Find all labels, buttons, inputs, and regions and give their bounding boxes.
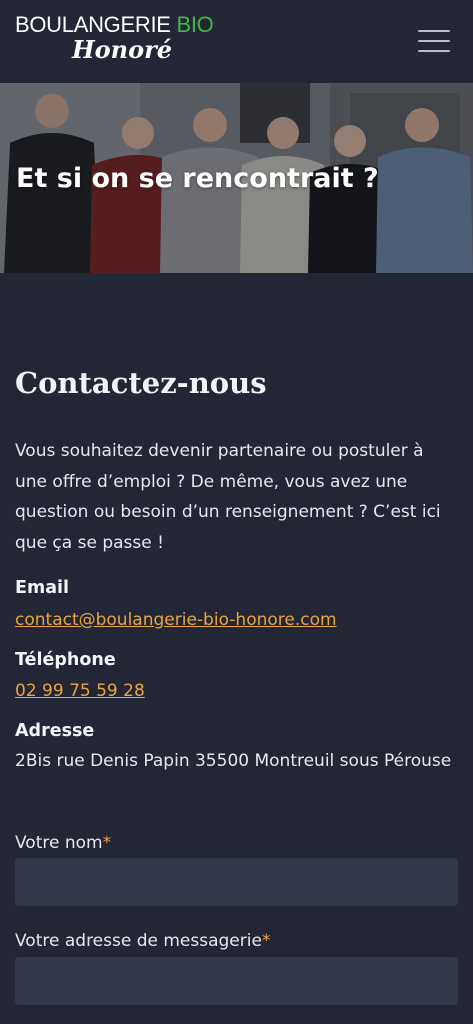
name-input[interactable]	[15, 858, 458, 906]
required-mark: *	[102, 833, 112, 853]
menu-bar	[418, 40, 450, 42]
site-header: BOULANGERIE BIO Honoré	[0, 0, 473, 83]
phone-label: Téléphone	[15, 650, 116, 670]
name-field-label: Votre nom*	[15, 833, 111, 853]
email-label-text: Votre adresse de messagerie	[15, 931, 262, 951]
email-link[interactable]: contact@boulangerie-bio-honore.com	[15, 610, 337, 630]
hamburger-menu-icon[interactable]	[418, 29, 450, 53]
brand-logo[interactable]: BOULANGERIE BIO Honoré	[15, 12, 214, 64]
email-field-label: Votre adresse de messagerie*	[15, 931, 270, 951]
brand-boulangerie: BOULANGERIE	[15, 12, 171, 37]
address-label: Adresse	[15, 721, 95, 741]
name-label-text: Votre nom	[15, 833, 103, 853]
email-label: Email	[15, 578, 69, 598]
required-mark: *	[261, 931, 271, 951]
address-value: 2Bis rue Denis Papin 35500 Montreuil sou…	[15, 751, 452, 771]
email-input[interactable]	[15, 957, 458, 1005]
contact-title: Contactez-nous	[15, 366, 267, 400]
menu-bar	[418, 50, 450, 52]
brand-bio: BIO	[176, 12, 214, 37]
brand-honore: Honoré	[72, 35, 173, 64]
hero-banner: Et si on se rencontrait ?	[0, 83, 473, 273]
phone-link[interactable]: 02 99 75 59 28	[15, 681, 145, 701]
menu-bar	[418, 30, 450, 32]
hero-title: Et si on se rencontrait ?	[16, 163, 379, 194]
contact-intro: Vous souhaitez devenir partenaire ou pos…	[15, 441, 441, 553]
